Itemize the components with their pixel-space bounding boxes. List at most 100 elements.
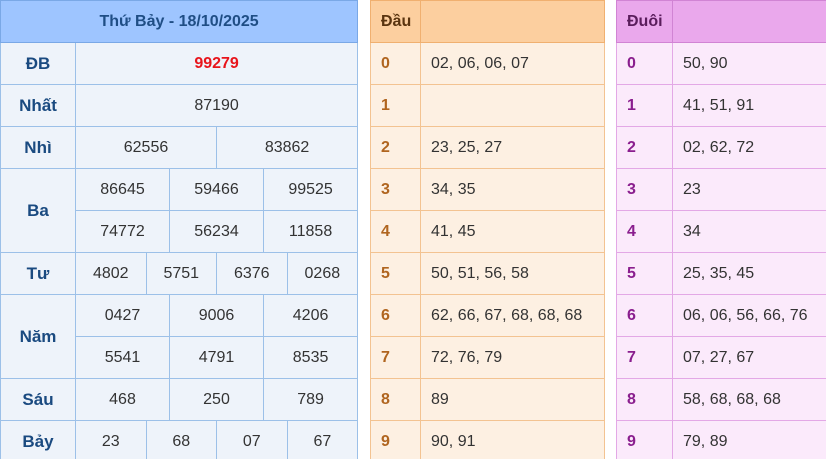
prize-value: 67	[286, 420, 359, 459]
prize-value: 4791	[169, 336, 264, 379]
prize-row-nhi: Nhì 62556 83862	[0, 126, 359, 169]
duoi-row: 9 79, 89	[616, 420, 826, 459]
duoi-row: 6 06, 06, 56, 66, 76	[616, 294, 826, 337]
dau-digit: 4	[370, 210, 421, 253]
dau-values: 02, 06, 06, 07	[420, 42, 605, 85]
prize-value: 5751	[145, 252, 217, 295]
duoi-digit: 6	[616, 294, 673, 337]
prize-row-tu: Tư 4802 5751 6376 0268	[0, 252, 359, 295]
prize-value: 250	[169, 378, 264, 421]
dau-digit: 2	[370, 126, 421, 169]
duoi-values: 23	[672, 168, 826, 211]
prize-value: 23	[75, 420, 147, 459]
duoi-table: Đuôi 0 50, 90 1 41, 51, 91 2 02, 62, 72 3 23…	[616, 0, 826, 459]
duoi-row: 2 02, 62, 72	[616, 126, 826, 169]
prize-value: 468	[75, 378, 170, 421]
duoi-digit: 7	[616, 336, 673, 379]
dau-row: 3 34, 35	[370, 168, 605, 211]
prize-value: 6376	[216, 252, 288, 295]
prize-value: 4206	[262, 294, 359, 337]
duoi-row: 3 23	[616, 168, 826, 211]
prize-value: 68	[145, 420, 217, 459]
prize-label-ba: Ba	[0, 168, 76, 253]
dau-row: 4 41, 45	[370, 210, 605, 253]
dau-digit: 3	[370, 168, 421, 211]
prize-value: 99279	[74, 42, 359, 85]
dau-row: 8 89	[370, 378, 605, 421]
dau-values: 89	[420, 378, 605, 421]
dau-values: 72, 76, 79	[420, 336, 605, 379]
prize-value: 9006	[169, 294, 264, 337]
prize-value: 0268	[286, 252, 359, 295]
duoi-digit: 2	[616, 126, 673, 169]
dau-row: 5 50, 51, 56, 58	[370, 252, 605, 295]
prize-value: 5541	[75, 336, 170, 379]
dau-digit: 7	[370, 336, 421, 379]
dau-row: 7 72, 76, 79	[370, 336, 605, 379]
prize-label-tu: Tư	[0, 252, 76, 295]
dau-digit: 0	[370, 42, 421, 85]
results-header: Thứ Bảy - 18/10/2025	[0, 0, 359, 43]
duoi-row: 5 25, 35, 45	[616, 252, 826, 295]
duoi-values: 50, 90	[672, 42, 826, 85]
dau-digit: 8	[370, 378, 421, 421]
dau-row: 9 90, 91	[370, 420, 605, 459]
prize-value: 99525	[262, 168, 359, 211]
prize-value: 86645	[75, 168, 170, 211]
duoi-header: Đuôi	[616, 0, 673, 43]
prize-value: 07	[216, 420, 288, 459]
prize-row-db: ĐB 99279	[0, 42, 359, 85]
results-table: Thứ Bảy - 18/10/2025 ĐB 99279 Nhất 87190…	[0, 0, 359, 459]
dau-values: 41, 45	[420, 210, 605, 253]
dau-values: 34, 35	[420, 168, 605, 211]
duoi-values: 25, 35, 45	[672, 252, 826, 295]
duoi-digit: 9	[616, 420, 673, 459]
prize-value: 8535	[262, 336, 359, 379]
duoi-digit: 3	[616, 168, 673, 211]
prize-row-nhat: Nhất 87190	[0, 84, 359, 127]
dau-values: 23, 25, 27	[420, 126, 605, 169]
dau-row: 1	[370, 84, 605, 127]
dau-row: 0 02, 06, 06, 07	[370, 42, 605, 85]
dau-row: 6 62, 66, 67, 68, 68, 68	[370, 294, 605, 337]
dau-header-blank	[420, 0, 605, 43]
prize-value: 83862	[215, 126, 359, 169]
prize-value: 4802	[75, 252, 147, 295]
dau-values: 62, 66, 67, 68, 68, 68	[420, 294, 605, 337]
prize-value: 62556	[75, 126, 217, 169]
prize-row-nam: Năm 0427 9006 4206	[0, 294, 359, 379]
duoi-values: 02, 62, 72	[672, 126, 826, 169]
duoi-values: 06, 06, 56, 66, 76	[672, 294, 826, 337]
prize-label-nhat: Nhất	[0, 84, 76, 127]
duoi-row: 4 34	[616, 210, 826, 253]
prize-label-nhi: Nhì	[0, 126, 76, 169]
duoi-values: 34	[672, 210, 826, 253]
prize-value: 0427	[75, 294, 170, 337]
duoi-digit: 0	[616, 42, 673, 85]
duoi-values: 58, 68, 68, 68	[672, 378, 826, 421]
duoi-digit: 8	[616, 378, 673, 421]
duoi-header-blank	[672, 0, 826, 43]
duoi-values: 79, 89	[672, 420, 826, 459]
prize-value: 56234	[169, 210, 264, 253]
prize-row-sau: Sáu 468 250 789	[0, 378, 359, 421]
dau-digit: 9	[370, 420, 421, 459]
prize-label-nam: Năm	[0, 294, 76, 379]
prize-value: 789	[262, 378, 359, 421]
duoi-values: 07, 27, 67	[672, 336, 826, 379]
duoi-digit: 1	[616, 84, 673, 127]
dau-values: 50, 51, 56, 58	[420, 252, 605, 295]
dau-table: Đầu 0 02, 06, 06, 07 1 2 23, 25, 27 3 34, 3…	[370, 0, 605, 459]
dau-digit: 5	[370, 252, 421, 295]
prize-row-ba: Ba 86645 59466 99525	[0, 168, 359, 253]
prize-row-bay: Bảy 23 68 07 67	[0, 420, 359, 459]
dau-values	[420, 84, 605, 127]
dau-row: 2 23, 25, 27	[370, 126, 605, 169]
duoi-values: 41, 51, 91	[672, 84, 826, 127]
prize-value: 87190	[74, 84, 359, 127]
duoi-digit: 5	[616, 252, 673, 295]
prize-value: 59466	[169, 168, 264, 211]
dau-digit: 6	[370, 294, 421, 337]
prize-value: 11858	[262, 210, 359, 253]
dau-values: 90, 91	[420, 420, 605, 459]
